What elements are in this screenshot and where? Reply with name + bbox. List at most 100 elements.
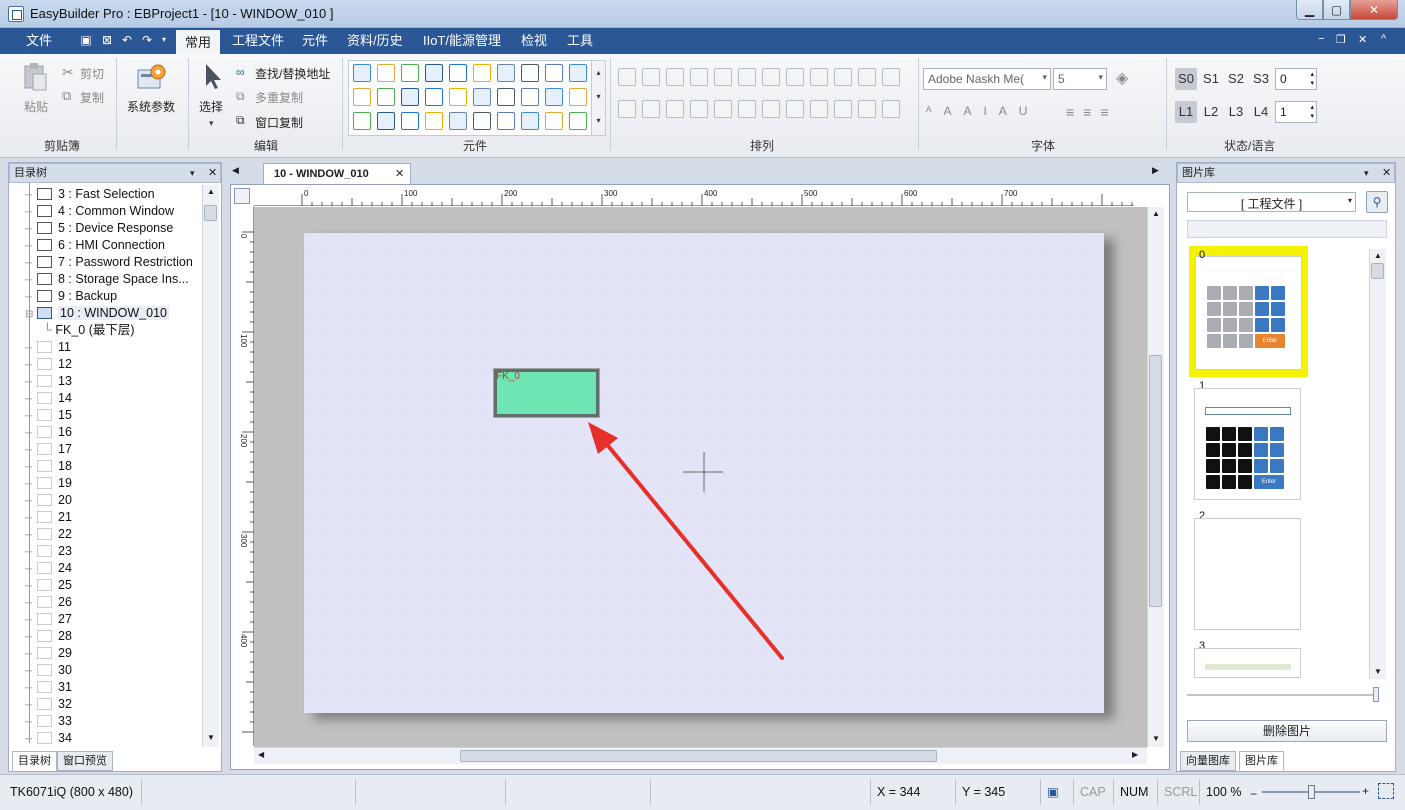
arrange-tool-icon[interactable] (858, 100, 876, 118)
object-tool-icon[interactable] (473, 88, 491, 106)
object-tool-icon[interactable] (521, 88, 539, 106)
object-tool-icon[interactable] (401, 88, 419, 106)
menu-tab-data-history[interactable]: 资料/历史 (341, 28, 409, 54)
tab-vector-library[interactable]: 向量图库 (1180, 751, 1236, 771)
arrange-tool-icon[interactable] (666, 100, 684, 118)
tree-item[interactable]: ─ 31 (25, 679, 72, 696)
menu-tab-project[interactable]: 工程文件 (226, 28, 290, 54)
state-s1-button[interactable]: S1 (1200, 68, 1222, 90)
object-tool-icon[interactable] (545, 112, 563, 130)
select-button[interactable]: 选择 (199, 98, 223, 115)
tree-item[interactable]: ─ 32 (25, 696, 72, 713)
save-icon[interactable]: ▣ (79, 33, 93, 47)
object-tool-icon[interactable] (497, 112, 515, 130)
maximize-button[interactable]: ▢ (1323, 0, 1350, 20)
picture-card-3[interactable] (1194, 648, 1301, 678)
object-tool-icon[interactable] (425, 112, 443, 130)
object-tool-icon[interactable] (377, 88, 395, 106)
arrange-tool-icon[interactable] (714, 100, 732, 118)
search-icon[interactable]: ⚲ (1366, 191, 1388, 213)
tree-item[interactable]: ─ 18 (25, 458, 72, 475)
tab-window-preview[interactable]: 窗口预览 (57, 751, 113, 771)
mdi-minimize-icon[interactable]: − (1318, 33, 1324, 45)
tree-item[interactable]: ─ 7 : Password Restriction (25, 254, 193, 271)
menu-tab-view[interactable]: 检视 (515, 28, 553, 54)
tab-close-icon[interactable]: ✕ (395, 164, 404, 184)
delete-picture-button[interactable]: 删除图片 (1187, 720, 1387, 742)
arrange-tool-icon[interactable] (762, 100, 780, 118)
tree-scrollbar[interactable]: ▲ ▼ (202, 185, 219, 747)
collapse-icon[interactable]: ⊟ (25, 306, 35, 323)
state-spinner[interactable]: 0 ▴ ▾ (1275, 68, 1317, 90)
text-align-tools[interactable]: ≡≡≡ (1066, 104, 1118, 120)
object-tool-icon[interactable] (449, 64, 467, 82)
tree-item[interactable]: ─ 28 (25, 628, 72, 645)
tree-item[interactable]: ─ 22 (25, 526, 72, 543)
picture-source-select[interactable]: [ 工程文件 ] ▾ (1187, 192, 1356, 212)
fill-color-icon[interactable]: ◈ (1116, 68, 1128, 88)
tree-item[interactable]: ─ 19 (25, 475, 72, 492)
scroll-up-icon[interactable]: ▲ (1374, 251, 1382, 260)
save-as-icon[interactable]: ⊠ (100, 33, 114, 47)
arrange-tool-icon[interactable] (618, 68, 636, 86)
thumbnail-size-track[interactable] (1187, 694, 1377, 696)
font-style-tools[interactable]: ᴬAAIAU (926, 104, 1039, 118)
quick-access-dropdown-icon[interactable]: ▾ (157, 33, 171, 47)
window-copy-button[interactable]: 窗口复制 (255, 114, 303, 131)
tree-item[interactable]: ─ 4 : Common Window (25, 203, 174, 220)
find-replace-address-button[interactable]: 查找/替换地址 (255, 65, 330, 82)
scroll-down-icon[interactable]: ▼ (207, 733, 215, 742)
tree-item[interactable]: ─ 27 (25, 611, 72, 628)
object-tool-icon[interactable] (569, 112, 587, 130)
arrange-tool-icon[interactable] (738, 68, 756, 86)
tree-item[interactable]: ─ 21 (25, 509, 72, 526)
object-tool-icon[interactable] (545, 64, 563, 82)
tab-directory-tree[interactable]: 目录树 (12, 751, 57, 771)
close-button[interactable]: ✕ (1350, 0, 1398, 20)
arrange-tool-icon[interactable] (762, 68, 780, 86)
menu-tab-objects[interactable]: 元件 (296, 28, 334, 54)
scroll-up-icon[interactable]: ▲ (1152, 209, 1160, 218)
arrange-tool-icon[interactable] (786, 100, 804, 118)
tree-item[interactable]: ─ 13 (25, 373, 72, 390)
ribbon-collapse-icon[interactable]: ^ (1381, 33, 1386, 45)
copy-button[interactable]: 复制 (80, 89, 104, 106)
editor-hscroll-thumb[interactable] (460, 750, 937, 762)
select-dropdown-icon[interactable]: ▾ (209, 118, 214, 129)
tree-item[interactable]: ─ 25 (25, 577, 72, 594)
arrange-tool-icon[interactable] (834, 68, 852, 86)
system-parameters-icon[interactable] (136, 62, 168, 94)
arrange-tool-icon[interactable] (786, 68, 804, 86)
undo-icon[interactable]: ↶ (120, 33, 134, 47)
fit-to-window-icon[interactable] (1378, 783, 1394, 799)
arrange-tool-icon[interactable] (642, 100, 660, 118)
redo-icon[interactable]: ↷ (140, 33, 154, 47)
arrange-tool-icon[interactable] (714, 68, 732, 86)
language-l4-button[interactable]: L4 (1250, 101, 1272, 123)
tab-scroll-right-icon[interactable]: ▶ (1152, 165, 1159, 176)
object-tool-icon[interactable] (377, 112, 395, 130)
state-s0-button[interactable]: S0 (1175, 68, 1197, 90)
scroll-left-icon[interactable]: ◀ (258, 750, 264, 759)
object-tool-icon[interactable] (449, 112, 467, 130)
scroll-right-icon[interactable]: ▶ (1132, 750, 1138, 759)
language-l1-button[interactable]: L1 (1175, 101, 1197, 123)
tree-item[interactable]: ─ 29 (25, 645, 72, 662)
tree-item[interactable]: ─ 3 : Fast Selection (25, 186, 155, 203)
pin-dropdown-icon[interactable]: ▾ (1364, 164, 1369, 182)
language-l2-button[interactable]: L2 (1200, 101, 1222, 123)
object-tool-icon[interactable] (497, 88, 515, 106)
thumbnail-size-slider[interactable] (1373, 687, 1379, 702)
cut-button[interactable]: 剪切 (80, 65, 104, 82)
arrange-tool-icon[interactable] (858, 68, 876, 86)
panel-close-icon[interactable]: ✕ (208, 164, 217, 182)
object-tool-icon[interactable] (449, 88, 467, 106)
arrange-tool-icon[interactable] (882, 100, 900, 118)
system-parameters-button[interactable]: 系统参数 (127, 98, 175, 115)
tree-item[interactable]: ─ 34 (25, 730, 72, 744)
object-tool-icon[interactable] (473, 64, 491, 82)
tree-item[interactable]: ─ 8 : Storage Space Ins... (25, 271, 189, 288)
arrange-tool-icon[interactable] (642, 68, 660, 86)
panel-close-icon[interactable]: ✕ (1382, 164, 1391, 182)
picture-card-2[interactable] (1194, 518, 1301, 630)
